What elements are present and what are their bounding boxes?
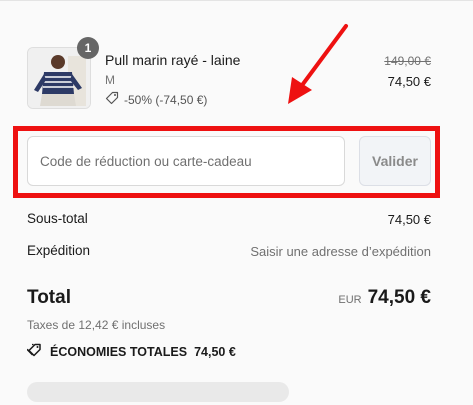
shipping-value: Saisir une adresse d’expédition xyxy=(250,244,431,259)
subtotal-value: 74,50 € xyxy=(387,212,431,227)
savings-value: 74,50 € xyxy=(194,344,236,359)
discount-code-input[interactable] xyxy=(27,136,345,186)
quantity-badge: 1 xyxy=(77,37,99,59)
apply-discount-button[interactable]: Valider xyxy=(359,136,431,186)
tags-icon xyxy=(26,343,43,360)
tax-note: Taxes de 12,42 € incluses xyxy=(27,318,166,332)
product-price: 74,50 € xyxy=(387,74,431,89)
savings-label: ÉCONOMIES TOTALES xyxy=(50,344,188,359)
total-amount: 74,50 € xyxy=(367,287,431,308)
shipping-label: Expédition xyxy=(27,243,91,258)
divider xyxy=(0,0,473,1)
total-savings: ÉCONOMIES TOTALES 74,50 € xyxy=(26,343,236,360)
subtotal-label: Sous-total xyxy=(27,211,88,226)
loading-placeholder xyxy=(27,382,289,402)
product-original-price: 149,00 € xyxy=(384,54,431,68)
product-discount-label: -50% (-74,50 €) xyxy=(124,92,208,107)
product-discount: -50% (-74,50 €) xyxy=(105,91,207,108)
total-price: EUR 74,50 € xyxy=(338,287,431,309)
product-title: Pull marin rayé - laine xyxy=(105,52,241,68)
order-summary: 1 Pull marin rayé - laine M -50% (-74,50… xyxy=(0,0,473,405)
total-label: Total xyxy=(27,287,71,308)
product-variant: M xyxy=(105,73,115,87)
currency-code: EUR xyxy=(338,294,362,306)
annotation-arrow xyxy=(288,24,348,104)
tag-icon xyxy=(105,91,119,108)
